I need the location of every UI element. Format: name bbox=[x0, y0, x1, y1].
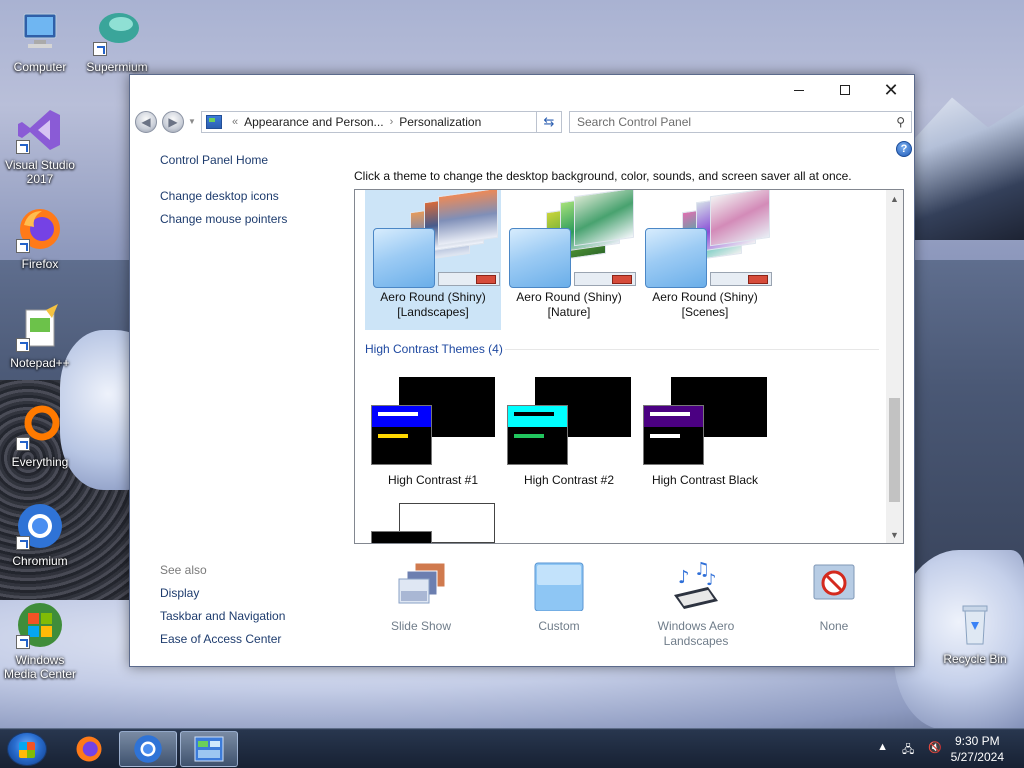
display-link[interactable]: Display bbox=[160, 586, 285, 600]
high-contrast-section-title: High Contrast Themes (4) bbox=[365, 342, 503, 356]
scroll-up-icon[interactable]: ▲ bbox=[886, 190, 903, 207]
search-icon[interactable]: ⚲ bbox=[896, 115, 905, 129]
recycle-bin-icon bbox=[951, 600, 999, 648]
minimize-icon bbox=[794, 89, 804, 91]
start-button[interactable] bbox=[7, 732, 47, 766]
help-icon[interactable]: ? bbox=[896, 141, 912, 157]
chromium-icon bbox=[134, 735, 162, 763]
system-tray: ▲ 🖧 🔇 bbox=[877, 741, 942, 760]
control-panel-icon bbox=[206, 115, 222, 129]
color-link[interactable]: Custom bbox=[499, 561, 619, 634]
theme-aero-nature[interactable]: Aero Round (Shiny) [Nature] bbox=[501, 190, 637, 330]
volume-muted-icon[interactable]: 🔇 bbox=[928, 741, 942, 760]
close-icon bbox=[476, 275, 496, 284]
taskbar-navigation-link[interactable]: Taskbar and Navigation bbox=[160, 609, 285, 623]
breadcrumb-overflow[interactable]: « bbox=[232, 116, 238, 128]
theme-list: Aero Round (Shiny) [Landscapes] Aero Rou… bbox=[354, 189, 904, 544]
svg-text:♪: ♪ bbox=[678, 567, 690, 588]
control-panel-icon bbox=[194, 736, 224, 762]
theme-list-scrollbar[interactable]: ▲ ▼ bbox=[886, 190, 903, 543]
search-placeholder: Search Control Panel bbox=[577, 115, 692, 129]
theme-high-contrast-black[interactable]: High Contrast Black bbox=[637, 377, 773, 492]
search-input[interactable]: Search Control Panel ⚲ bbox=[569, 111, 912, 133]
desktop-icon-firefox[interactable]: Firefox bbox=[0, 205, 80, 271]
desktop-icon-visual-studio[interactable]: Visual Studio 2017 bbox=[0, 106, 80, 186]
ease-of-access-link[interactable]: Ease of Access Center bbox=[160, 632, 285, 646]
breadcrumb-personalization[interactable]: Personalization bbox=[399, 115, 481, 129]
media-center-icon bbox=[16, 601, 64, 649]
windows-logo-icon bbox=[19, 742, 35, 758]
close-icon bbox=[748, 275, 768, 284]
navigation-bar: ◀ ▶ ▼ « Appearance and Person... › Perso… bbox=[130, 105, 914, 135]
firefox-icon bbox=[76, 736, 102, 762]
screen-saver-link[interactable]: None bbox=[774, 561, 894, 634]
theme-thumbnail bbox=[368, 190, 500, 290]
scroll-down-icon[interactable]: ▼ bbox=[886, 526, 903, 543]
desktop-background-link[interactable]: Slide Show bbox=[361, 561, 481, 634]
screensaver-none-icon bbox=[806, 561, 862, 611]
desktop-icon-media-center[interactable]: Windows Media Center bbox=[0, 601, 80, 681]
section-divider bbox=[505, 349, 879, 350]
notepadpp-icon bbox=[16, 304, 64, 352]
taskbar-control-panel[interactable] bbox=[180, 731, 238, 767]
see-also-header: See also bbox=[160, 563, 207, 577]
minimize-button[interactable] bbox=[776, 75, 822, 105]
desktop-icon-computer[interactable]: Computer bbox=[0, 8, 80, 74]
firefox-icon bbox=[16, 205, 64, 253]
desktop-icon-recycle-bin[interactable]: Recycle Bin bbox=[935, 600, 1015, 666]
chromium-icon bbox=[16, 502, 64, 550]
scrollbar-thumb[interactable] bbox=[889, 398, 900, 502]
custom-color-icon bbox=[531, 561, 587, 612]
change-desktop-icons-link[interactable]: Change desktop icons bbox=[160, 189, 340, 203]
maximize-button[interactable] bbox=[822, 75, 868, 105]
visual-studio-icon bbox=[16, 106, 64, 154]
taskbar-chromium[interactable] bbox=[119, 731, 177, 767]
refresh-button[interactable]: ⇆ bbox=[536, 111, 562, 133]
theme-thumbnail bbox=[640, 190, 772, 290]
left-pane: Control Panel Home Change desktop icons … bbox=[160, 153, 340, 226]
taskbar: ▲ 🖧 🔇 9:30 PM 5/27/2024 bbox=[0, 728, 1024, 768]
clock[interactable]: 9:30 PM 5/27/2024 bbox=[951, 733, 1004, 765]
slideshow-icon bbox=[393, 561, 449, 611]
theme-high-contrast-2[interactable]: High Contrast #2 bbox=[501, 377, 637, 492]
back-button[interactable]: ◀ bbox=[135, 111, 157, 133]
computer-icon bbox=[16, 8, 64, 56]
control-panel-home-link[interactable]: Control Panel Home bbox=[160, 153, 340, 167]
sounds-icon: ♪ ♫ ♪ bbox=[668, 559, 724, 611]
desktop-icon-everything[interactable]: Everything bbox=[0, 403, 80, 469]
theme-thumbnail bbox=[504, 190, 636, 290]
close-button[interactable]: ✕ bbox=[868, 75, 914, 105]
arrow-left-icon: ◀ bbox=[141, 115, 151, 129]
personalization-window: ✕ ◀ ▶ ▼ « Appearance and Person... › Per… bbox=[129, 74, 915, 667]
recent-pages-dropdown[interactable]: ▼ bbox=[188, 117, 196, 126]
taskbar-firefox[interactable] bbox=[60, 731, 118, 767]
change-mouse-pointers-link[interactable]: Change mouse pointers bbox=[160, 212, 340, 226]
breadcrumb-appearance[interactable]: Appearance and Person... bbox=[244, 115, 383, 129]
show-hidden-icons-icon[interactable]: ▲ bbox=[877, 741, 888, 760]
theme-high-contrast-white-preview bbox=[371, 531, 432, 543]
window-titlebar[interactable]: ✕ bbox=[130, 75, 914, 105]
refresh-icon: ⇆ bbox=[543, 114, 555, 129]
address-bar[interactable]: « Appearance and Person... › Personaliza… bbox=[201, 111, 561, 133]
sounds-link[interactable]: ♪ ♫ ♪ Windows Aero Landscapes bbox=[636, 559, 756, 649]
theme-aero-scenes[interactable]: Aero Round (Shiny) [Scenes] bbox=[637, 190, 773, 330]
theme-aero-landscapes[interactable]: Aero Round (Shiny) [Landscapes] bbox=[365, 190, 501, 330]
forward-button[interactable]: ▶ bbox=[162, 111, 184, 133]
svg-text:♪: ♪ bbox=[706, 570, 716, 589]
desktop-icon-supermium[interactable]: Supermium bbox=[77, 8, 157, 74]
arrow-right-icon: ▶ bbox=[168, 115, 178, 129]
desktop-icon-chromium[interactable]: Chromium bbox=[0, 502, 80, 568]
network-icon[interactable]: 🖧 bbox=[902, 741, 914, 760]
desktop-icon-notepadpp[interactable]: Notepad++ bbox=[0, 304, 80, 370]
supermium-icon bbox=[93, 8, 141, 56]
close-icon bbox=[612, 275, 632, 284]
chevron-right-icon: › bbox=[389, 116, 394, 128]
everything-icon bbox=[16, 403, 64, 451]
see-also-section: See also Display Taskbar and Navigation … bbox=[160, 563, 285, 655]
theme-high-contrast-1[interactable]: High Contrast #1 bbox=[365, 377, 501, 492]
close-icon: ✕ bbox=[883, 80, 899, 100]
maximize-icon bbox=[840, 85, 850, 95]
theme-instruction: Click a theme to change the desktop back… bbox=[354, 169, 852, 183]
